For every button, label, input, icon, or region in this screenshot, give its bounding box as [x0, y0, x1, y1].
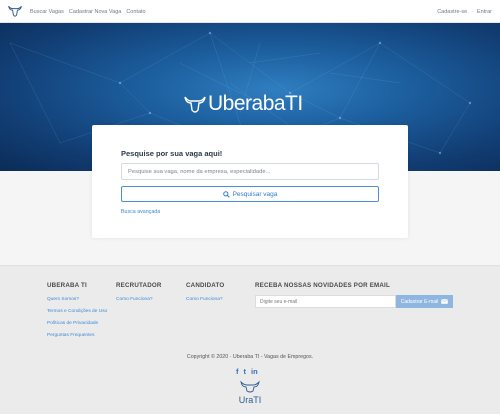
footer-heading: UBERABA TI	[47, 282, 87, 289]
footer-link-quem-somos[interactable]: Quem Somos?	[47, 296, 109, 303]
newsletter-submit-button[interactable]: Cadastrar E-mail	[396, 295, 453, 308]
footer-logo: UraTI	[239, 380, 262, 405]
footer-column-candidato: CANDIDATO Como Funciona?	[186, 282, 248, 308]
search-icon	[222, 190, 230, 198]
search-card: Pesquise por sua vaga aqui! Pesquisar va…	[92, 125, 408, 238]
search-card-title: Pesquise por sua vaga aqui!	[121, 149, 223, 158]
footer-column-uberaba-ti: UBERABA TI Quem Somos? Termos e Condiçõe…	[47, 282, 109, 344]
social-links: f t in	[236, 367, 258, 376]
newsletter-heading: RECEBA NOSSAS NOVIDADES POR EMAIL	[255, 282, 390, 289]
register-link[interactable]: Cadastre-se	[437, 9, 467, 15]
footer-link-termos[interactable]: Termos e Condições de Uso	[47, 308, 109, 315]
top-navbar: Buscar Vagas Cadastrar Nova Vaga Contato…	[0, 0, 500, 23]
login-link[interactable]: Entrar	[477, 9, 492, 15]
facebook-icon[interactable]: f	[236, 367, 239, 376]
newsletter-button-label: Cadastrar E-mail	[400, 298, 439, 305]
bull-head-icon	[184, 96, 206, 113]
linkedin-icon[interactable]: in	[251, 367, 258, 376]
newsletter-email-input[interactable]	[255, 295, 396, 308]
search-job-button-label: Pesquisar vaga	[232, 190, 278, 198]
search-job-button[interactable]: Pesquisar vaga	[121, 186, 379, 202]
footer-link-faq[interactable]: Perguntas Frequentes	[47, 332, 109, 339]
twitter-icon[interactable]: t	[244, 367, 247, 376]
envelope-icon	[441, 299, 449, 304]
footer: UBERABA TI Quem Somos? Termos e Condiçõe…	[0, 265, 500, 414]
nav-link-buscar-vagas[interactable]: Buscar Vagas	[30, 9, 64, 15]
hero-brand-name: UberabaTI	[208, 92, 303, 115]
footer-heading: CANDIDATO	[186, 282, 225, 289]
hero-logo: UberabaTI	[184, 91, 303, 117]
footer-link-candidato-como-funciona[interactable]: Como Funciona?	[186, 296, 248, 303]
nav-link-contato[interactable]: Contato	[126, 9, 145, 15]
copyright-text: Copyright © 2020 · Uberaba TI - Vagas de…	[186, 354, 314, 360]
nav-link-cadastrar-vaga[interactable]: Cadastrar Nova Vaga	[69, 9, 121, 15]
footer-link-recrutador-como-funciona[interactable]: Como Funciona?	[116, 296, 178, 303]
footer-link-privacidade[interactable]: Políticas de Privacidade	[47, 320, 109, 327]
bull-head-icon[interactable]	[7, 3, 23, 19]
job-search-input[interactable]	[121, 163, 379, 180]
advanced-search-link[interactable]: Busca avançada	[121, 209, 160, 215]
footer-newsletter: RECEBA NOSSAS NOVIDADES POR EMAIL Cadast…	[255, 282, 455, 308]
footer-column-recrutador: RECRUTADOR Como Funciona?	[116, 282, 178, 308]
footer-logo-text: UraTI	[239, 395, 262, 405]
nav-separator: ·	[471, 8, 474, 15]
footer-heading: RECRUTADOR	[116, 282, 162, 289]
